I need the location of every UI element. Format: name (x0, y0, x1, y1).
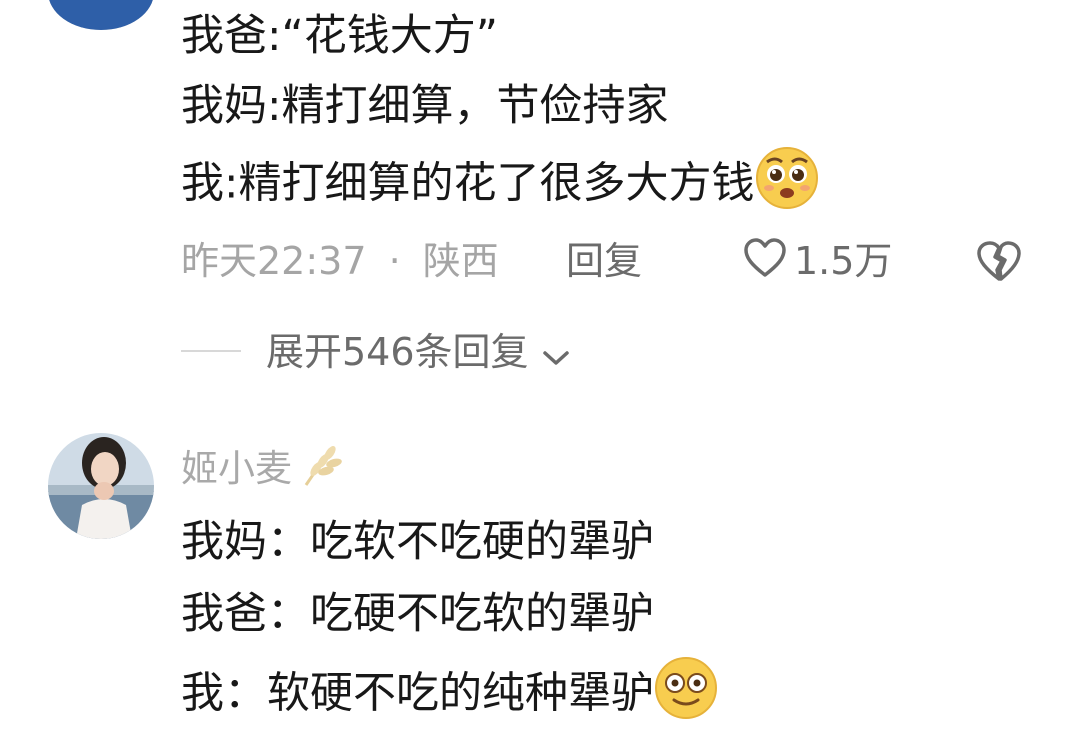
dislike-button[interactable] (975, 239, 1023, 287)
divider (181, 350, 241, 352)
comment-text-line: 我爸:“花钱大方” (181, 11, 499, 61)
username[interactable]: 姬小麦 (181, 441, 342, 500)
avatar[interactable] (48, 0, 154, 30)
reply-button[interactable]: 回复 (566, 236, 642, 286)
expand-replies-label: 展开546条回复 (266, 330, 529, 374)
comment-text-line: 我:精打细算的花了很多大方钱 (181, 146, 819, 226)
comment-text-line: 我爸：吃硬不吃软的犟驴 (181, 589, 654, 639)
expand-replies-button[interactable]: 展开546条回复 (266, 327, 571, 380)
location: 陕西 (422, 239, 499, 283)
meta-separator: · (388, 239, 401, 283)
heart-icon (742, 237, 788, 291)
username-text: 姬小麦 (181, 447, 292, 490)
chevron-down-icon (541, 330, 571, 380)
like-count: 1.5万 (794, 239, 893, 283)
timestamp: 昨天22:37 (181, 239, 367, 283)
avatar[interactable] (48, 433, 154, 539)
comment-text-line: 我妈：吃软不吃硬的犟驴 (181, 517, 654, 567)
comment-text-line: 我妈:精打细算，节俭持家 (181, 81, 669, 131)
broken-heart-icon (975, 239, 1023, 287)
comment-meta: 昨天22:37 · 陕西 (181, 236, 499, 286)
wheat-icon (298, 441, 342, 500)
pleading-face-emoji (755, 146, 819, 226)
comment-text: 我：软硬不吃的纯种犟驴 (181, 668, 654, 719)
smiling-face-emoji (654, 656, 718, 736)
comment-text-line: 我：软硬不吃的纯种犟驴 (181, 656, 718, 736)
like-button[interactable]: 1.5万 (742, 236, 892, 286)
comment-text: 我:精打细算的花了很多大方钱 (181, 158, 755, 209)
